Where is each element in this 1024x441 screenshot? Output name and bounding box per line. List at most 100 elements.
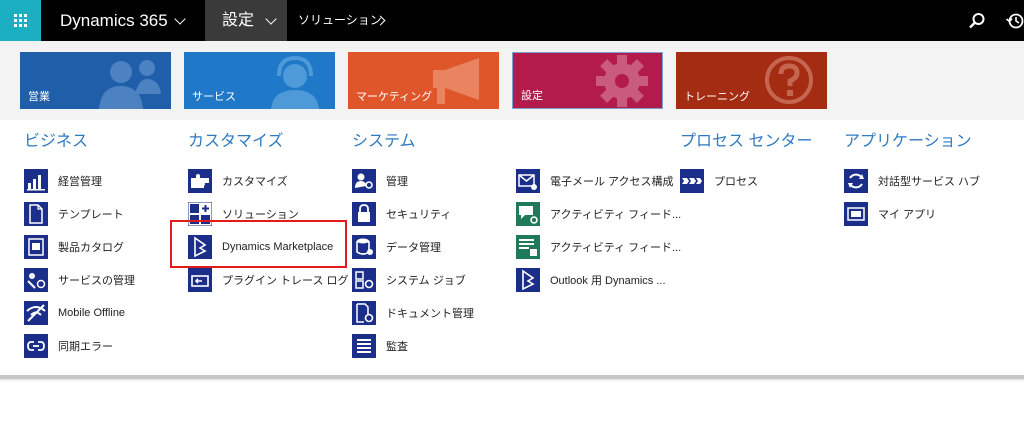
menu-item-activity-feeds-rules[interactable]: アクティビティ フィード... <box>516 230 681 263</box>
menu-item-sync-errors[interactable]: 同期エラー <box>24 329 135 362</box>
menu-item-label: 製品カタログ <box>58 241 124 254</box>
menu-item-label: 対話型サービス ハブ <box>878 175 981 188</box>
top-navigation-bar: Dynamics 365 設定 ソリューション <box>0 0 1024 41</box>
activity-feed-rules-icon <box>516 234 540 259</box>
tile-label: 営業 <box>28 91 50 103</box>
area-label: 設定 <box>222 12 255 29</box>
menu-item-administration[interactable]: 管理 <box>352 164 474 197</box>
breadcrumb[interactable]: ソリューション <box>298 0 382 41</box>
menu-item-label: 管理 <box>386 175 408 188</box>
column-heading: システム <box>352 133 416 150</box>
column-system: システム 管理 セキュリティ データ管理 システム ジョブ ドキュメント管理 監… <box>352 130 474 362</box>
column-applications: アプリケーション 対話型サービス ハブ マイ アプリ <box>844 130 980 230</box>
history-icon[interactable] <box>1006 12 1024 30</box>
tile-sales[interactable]: 営業 <box>20 52 171 109</box>
tile-label: マーケティング <box>356 91 433 103</box>
megaphone-icon <box>433 58 479 104</box>
menu-item-auditing[interactable]: 監査 <box>352 329 474 362</box>
document-icon <box>24 201 48 226</box>
menu-item-label: アクティビティ フィード... <box>550 241 682 254</box>
menu-item-label: 経営管理 <box>58 175 102 188</box>
menu-item-label: 監査 <box>386 340 408 353</box>
menu-item-processes[interactable]: プロセス <box>680 164 812 197</box>
menu-item-product-catalog[interactable]: 製品カタログ <box>24 230 135 263</box>
menu-item-data-management[interactable]: データ管理 <box>352 230 474 263</box>
menu-item-interactive-service-hub[interactable]: 対話型サービス ハブ <box>844 164 980 197</box>
menu-item-label: プラグイン トレース ログ <box>222 274 349 287</box>
dynamics-logo-icon <box>188 234 212 259</box>
menu-item-document-management[interactable]: ドキュメント管理 <box>352 296 474 329</box>
menu-item-solutions[interactable]: ソリューション <box>188 197 349 230</box>
audit-list-icon <box>352 333 376 358</box>
admin-users-icon <box>352 168 376 193</box>
apps-window-icon <box>844 201 868 226</box>
menu-item-system-jobs[interactable]: システム ジョブ <box>352 263 474 296</box>
activity-feed-settings-icon <box>516 201 540 226</box>
menu-item-label: Dynamics Marketplace <box>222 240 334 253</box>
mobile-offline-icon <box>24 300 48 325</box>
lock-icon <box>352 201 376 226</box>
help-icon <box>765 56 813 104</box>
tile-label: 設定 <box>521 90 543 102</box>
menu-item-label: プロセス <box>714 175 758 188</box>
column-heading <box>516 130 681 154</box>
bar-chart-icon <box>24 168 48 193</box>
menu-item-mobile-offline[interactable]: Mobile Offline <box>24 296 135 329</box>
menu-item-label: テンプレート <box>58 208 124 221</box>
sync-error-icon <box>24 333 48 358</box>
column-heading: プロセス センター <box>680 133 813 150</box>
puzzle-icon <box>188 168 212 193</box>
menu-item-label: セキュリティ <box>386 208 452 221</box>
service-settings-icon <box>24 267 48 292</box>
people-icon <box>99 60 161 109</box>
menu-item-label: アクティビティ フィード... <box>550 208 682 221</box>
column-process-center: プロセス センター プロセス <box>680 130 812 197</box>
menu-item-outlook-dynamics[interactable]: Outlook 用 Dynamics ... <box>516 263 681 296</box>
document-settings-icon <box>352 300 376 325</box>
menu-item-activity-feeds-config[interactable]: アクティビティ フィード... <box>516 197 681 230</box>
email-settings-icon <box>516 168 540 193</box>
menu-item-label: マイ アプリ <box>878 208 937 221</box>
menu-item-templates[interactable]: テンプレート <box>24 197 135 230</box>
waffle-icon <box>14 14 27 27</box>
menu-item-label: 電子メール アクセス構成 <box>550 175 674 188</box>
column-business: ビジネス 経営管理 テンプレート 製品カタログ サービスの管理 Mobile O… <box>24 130 135 362</box>
app-launcher-button[interactable] <box>0 0 41 41</box>
menu-item-security[interactable]: セキュリティ <box>352 197 474 230</box>
service-hub-icon <box>844 168 868 193</box>
column-heading: アプリケーション <box>844 133 972 150</box>
headset-icon <box>271 55 319 109</box>
menu-item-label: Mobile Offline <box>58 306 126 319</box>
column-heading: ビジネス <box>24 133 89 150</box>
tile-settings[interactable]: 設定 <box>512 52 663 109</box>
tile-label: サービス <box>192 91 236 103</box>
menu-item-customizations[interactable]: カスタマイズ <box>188 164 349 197</box>
menu-item-label: 同期エラー <box>58 340 113 353</box>
menu-item-business-management[interactable]: 経営管理 <box>24 164 135 197</box>
tile-service[interactable]: サービス <box>184 52 335 109</box>
menu-item-service-management[interactable]: サービスの管理 <box>24 263 135 296</box>
process-flow-icon <box>680 168 704 193</box>
tile-label: トレーニング <box>684 91 750 103</box>
dynamics-logo-icon <box>516 267 540 292</box>
system-jobs-icon <box>352 267 376 292</box>
menu-item-label: サービスの管理 <box>58 274 135 287</box>
chevron-down-icon <box>265 13 277 25</box>
app-title[interactable]: Dynamics 365 <box>60 0 168 41</box>
menu-item-plugin-trace-log[interactable]: プラグイン トレース ログ <box>188 263 349 296</box>
column-customization: カスタマイズ カスタマイズ ソリューション Dynamics Marketpla… <box>188 130 349 296</box>
search-icon[interactable] <box>968 12 986 30</box>
column-heading: カスタマイズ <box>188 133 284 150</box>
chevron-down-icon[interactable] <box>174 13 186 25</box>
gear-icon <box>596 55 648 107</box>
tile-marketing[interactable]: マーケティング <box>348 52 499 109</box>
area-selector[interactable]: 設定 <box>205 0 287 41</box>
menu-item-label: カスタマイズ <box>222 175 288 188</box>
menu-item-dynamics-marketplace[interactable]: Dynamics Marketplace <box>188 230 349 263</box>
menu-item-my-apps[interactable]: マイ アプリ <box>844 197 980 230</box>
menu-item-label: ソリューション <box>222 208 299 221</box>
menu-item-email-configuration[interactable]: 電子メール アクセス構成 <box>516 164 681 197</box>
tile-training[interactable]: トレーニング <box>676 52 827 109</box>
catalog-icon <box>24 234 48 259</box>
column-system-more: 電子メール アクセス構成 アクティビティ フィード... アクティビティ フィー… <box>516 130 681 296</box>
